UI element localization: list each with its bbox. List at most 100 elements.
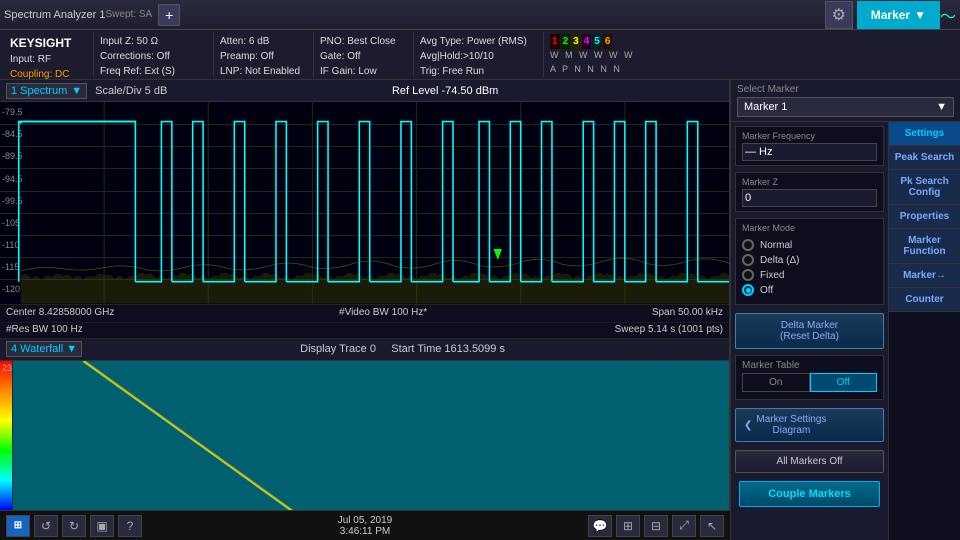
avg-hold: Avg|Hold:>10/10 [420,49,537,64]
select-marker-section: Select Marker Marker 1 ▼ [731,80,960,122]
marker-num-5: 5 [592,34,602,49]
spectrum-canvas: -79.5 -84.5 -89.5 -94.5 -99.5 -105 -110 … [0,102,729,304]
select-marker-label: Select Marker [737,84,954,95]
marker-z-label: Marker Z [742,177,877,187]
waterfall-title: 4 Waterfall [11,343,63,355]
spectrum-title: 1 Spectrum [11,85,67,97]
marker-frequency-value[interactable]: — Hz [742,143,877,161]
chevron-left-icon: ❮ [744,420,752,431]
mode-normal[interactable]: Normal [742,239,877,251]
marker-z-value[interactable]: 0 [742,189,877,207]
mode-normal-circle [742,239,754,251]
windows-button[interactable]: ⊞ [6,515,30,537]
folder-button[interactable]: ▣ [90,515,114,537]
marker-table-field: Marker Table On Off [735,355,884,400]
res-bw: #Res BW 100 Hz [6,324,83,337]
span: Span 50.00 kHz [652,307,723,320]
tab-marker-arrow[interactable]: Marker→ [889,264,960,288]
tab-marker-function[interactable]: Marker Function [889,229,960,264]
help-button[interactable]: ? [118,515,142,537]
app-title: Spectrum Analyzer 1 [4,9,106,21]
tab-peak-search[interactable]: Peak Search [889,146,960,170]
marker-z-field: Marker Z 0 [735,172,884,212]
date-display: Jul 05, 2019 [146,515,584,526]
gear-button[interactable]: ⚙ [825,1,853,29]
cursor-button[interactable]: ↖ [700,515,724,537]
waterfall-info: Display Trace 0 Start Time 1613.5099 s [82,343,723,355]
ref-level: Ref Level -74.50 dBm [167,85,723,97]
marker-mode-radio-group: Normal Delta (Δ) Fixed Off [742,235,877,300]
freq-bar: Center 8.42858000 GHz #Video BW 100 Hz* … [0,304,729,322]
back-button[interactable]: ↺ [34,515,58,537]
sweep-type: Swept: SA [106,9,153,20]
waterfall-header: 4 Waterfall ▼ Display Trace 0 Start Time… [0,339,729,361]
coupling-label: Coupling: DC [10,69,69,80]
marker-tab[interactable]: Marker ▼ [857,1,940,29]
marker-table-label: Marker Table [742,360,877,371]
couple-markers-button[interactable]: Couple Markers [739,481,880,507]
delta-marker-button[interactable]: Delta Marker (Reset Delta) [735,313,884,349]
spectrum-panel: 1 Spectrum ▼ Scale/Div 5 dB Ref Level -7… [0,80,730,540]
marker-num-2: 2 [561,34,571,49]
mode-fixed[interactable]: Fixed [742,269,877,281]
marker-frequency-field: Marker Frequency — Hz [735,126,884,166]
expand-button[interactable]: ⤢ [672,515,696,537]
center-freq: Center 8.42858000 GHz [6,307,114,320]
marker-mode-label: Marker Mode [742,223,877,233]
spectrum-svg [0,102,729,304]
waterfall-dropdown[interactable]: 4 Waterfall ▼ [6,341,82,357]
mode-delta-label: Delta (Δ) [760,255,799,266]
trig: Trig: Free Run [420,64,537,79]
bw-bar: #Res BW 100 Hz Sweep 5.14 s (1001 pts) [0,322,729,338]
scale-div: Scale/Div 5 dB [95,85,167,97]
mode-off-label: Off [760,285,773,296]
marker-select-dropdown[interactable]: Marker 1 ▼ [737,97,954,117]
spectrum-dropdown[interactable]: 1 Spectrum ▼ [6,83,87,99]
marker-num-4: 4 [582,34,592,49]
video-bw: #Video BW 100 Hz* [339,307,427,320]
right-content: Marker Frequency — Hz Marker Z 0 Marker … [731,122,960,540]
input-label: Input: RF [10,54,51,65]
mode-fixed-label: Fixed [760,270,784,281]
mode-normal-label: Normal [760,240,792,251]
right-panel: Select Marker Marker 1 ▼ Marker Frequenc… [730,80,960,540]
chat-button[interactable]: 💬 [588,515,612,537]
marker-table-toggle: On Off [742,373,877,392]
marker-1-label: Marker 1 [744,101,787,113]
input-z: Input Z: 50 Ω [100,34,207,49]
avg-type: Avg Type: Power (RMS) [420,34,537,49]
forward-button[interactable]: ↻ [62,515,86,537]
pno: PNO: Best Close [320,34,407,49]
mode-fixed-circle [742,269,754,281]
add-tab-button[interactable]: + [158,4,180,26]
main-layout: 1 Spectrum ▼ Scale/Div 5 dB Ref Level -7… [0,80,960,540]
datetime: Jul 05, 2019 3:46:11 PM [146,515,584,537]
mode-delta-circle [742,254,754,266]
marker-frequency-label: Marker Frequency [742,131,877,141]
time-display: 3:46:11 PM [146,526,584,537]
tab-properties[interactable]: Properties [889,205,960,229]
all-markers-off-button[interactable]: All Markers Off [735,450,884,473]
keysight-logo: KEYSIGHT [10,36,71,50]
tab-counter[interactable]: Counter [889,288,960,312]
sweep: Sweep 5.14 s (1001 pts) [615,324,723,337]
spectrum-header: 1 Spectrum ▼ Scale/Div 5 dB Ref Level -7… [0,80,729,102]
title-bar: Spectrum Analyzer 1 Swept: SA + ⚙ Marker… [0,0,960,30]
marker-table-off[interactable]: Off [810,373,878,392]
corrections: Corrections: Off [100,49,207,64]
marker-table-on[interactable]: On [742,373,810,392]
info-bar: KEYSIGHT Input: RF Coupling: DC Align: O… [0,30,960,80]
wave-icon: 〜 [940,3,956,27]
marker-tab-chevron: ▼ [914,8,926,22]
mode-off[interactable]: Off [742,284,877,296]
ap-labels: A P N N N N [550,63,950,77]
grid2-button[interactable]: ⊟ [644,515,668,537]
mode-delta[interactable]: Delta (Δ) [742,254,877,266]
grid1-button[interactable]: ⊞ [616,515,640,537]
tab-pk-search-config[interactable]: Pk Search Config [889,170,960,205]
marker-settings-button[interactable]: ❮ Marker Settings Diagram [735,408,884,442]
gate: Gate: Off [320,49,407,64]
mode-off-circle [742,284,754,296]
marker-num-6: 6 [603,34,613,49]
atten: Atten: 6 dB [220,34,307,49]
